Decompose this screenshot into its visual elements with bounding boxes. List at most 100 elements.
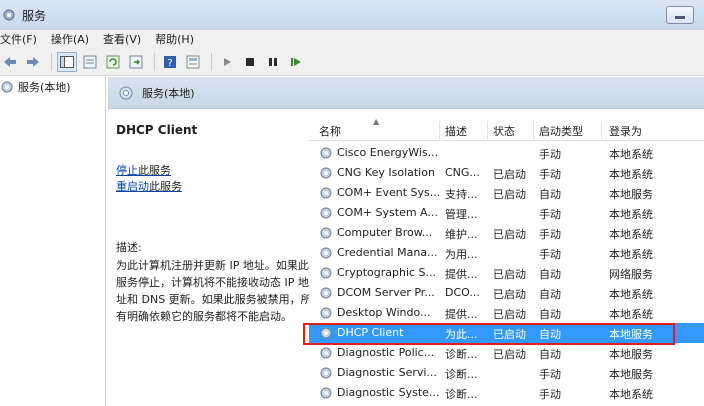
table-row[interactable]: COM+ System A... 管理... 手动 本地系统 — [309, 203, 704, 223]
table-row[interactable]: Credential Mana... 为用... 手动 本地系统 — [309, 243, 704, 263]
restart-service-link-row: 重启动此服务 — [116, 179, 308, 195]
service-startup-type-cell: 自动 — [539, 268, 561, 281]
back-button[interactable] — [0, 52, 20, 72]
service-gear-icon — [320, 247, 332, 259]
service-description-cell: 管理... — [445, 208, 478, 221]
table-row[interactable]: Diagnostic Syste... 诊断... 手动 本地系统 — [309, 383, 704, 403]
minimize-button[interactable] — [666, 6, 694, 24]
description-label: 描述: — [116, 241, 142, 254]
service-status-cell: 已启动 — [493, 168, 526, 181]
column-divider[interactable] — [487, 121, 488, 139]
service-name-cell: Diagnostic Servi... — [337, 366, 437, 379]
menu-help[interactable]: 帮助(H) — [155, 31, 194, 47]
service-gear-icon — [320, 147, 332, 159]
column-header-name[interactable]: 名称 — [319, 123, 341, 139]
restart-service-link[interactable]: 重启动 — [116, 180, 149, 193]
service-name-cell: Desktop Windo... — [337, 306, 431, 319]
service-log-on-as-cell: 本地系统 — [609, 208, 653, 221]
minimize-icon — [675, 16, 685, 19]
start-service-button[interactable] — [217, 52, 237, 72]
table-row[interactable]: Diagnostic Polic... 诊断... 已启动 自动 本地服务 — [309, 343, 704, 363]
tree-item-services-local[interactable]: 服务(本地) — [0, 77, 105, 97]
toolbar-separator — [154, 52, 155, 71]
service-startup-type-cell: 自动 — [539, 348, 561, 361]
column-divider[interactable] — [533, 121, 534, 139]
service-gear-icon — [320, 327, 332, 339]
service-rows: Cisco EnergyWis... 手动 本地系统 CNG Key Isolatio… — [309, 143, 704, 403]
stop-service-link-row: 停止此服务 — [116, 163, 308, 179]
service-name-cell: Cisco EnergyWis... — [337, 146, 439, 159]
service-name-cell: COM+ System A... — [337, 206, 438, 219]
menu-bar: 文件(F) 操作(A) 查看(V) 帮助(H) — [0, 30, 704, 48]
service-description-cell: 提供... — [445, 268, 478, 281]
window-title: 服务 — [22, 8, 47, 23]
column-header-description[interactable]: 描述 — [445, 123, 467, 139]
services-gear-icon — [1, 81, 13, 93]
table-row[interactable]: Diagnostic Servi... 诊断... 手动 本地服务 — [309, 363, 704, 383]
properties-button[interactable] — [183, 52, 203, 72]
table-row[interactable]: DCOM Server Pr... DCO... 已启动 自动 本地系统 — [309, 283, 704, 303]
table-row[interactable]: Desktop Windo... 提供... 已启动 自动 本地系统 — [309, 303, 704, 323]
service-startup-type-cell: 自动 — [539, 308, 561, 321]
service-name-cell: COM+ Event Sys... — [337, 186, 439, 199]
export-button[interactable] — [126, 52, 146, 72]
column-header-status[interactable]: 状态 — [493, 123, 515, 139]
service-name-cell: CNG Key Isolation — [337, 166, 435, 179]
pause-icon — [269, 57, 277, 66]
service-log-on-as-cell: 本地系统 — [609, 248, 653, 261]
stop-service-link[interactable]: 停止 — [116, 164, 138, 177]
service-description-cell: 诊断... — [445, 388, 478, 401]
show-console-tree-button[interactable] — [57, 51, 77, 72]
service-gear-icon — [320, 287, 332, 299]
refresh-button[interactable] — [103, 52, 123, 72]
back-arrow-icon — [4, 56, 16, 67]
menu-view[interactable]: 查看(V) — [103, 31, 141, 47]
menu-file[interactable]: 文件(F) — [0, 31, 37, 47]
table-row[interactable]: CNG Key Isolation CNG... 已启动 手动 本地系统 — [309, 163, 704, 183]
service-status-cell: 已启动 — [493, 308, 526, 321]
pane-header: 服务(本地) — [108, 77, 704, 109]
service-startup-type-cell: 手动 — [539, 368, 561, 381]
table-row[interactable]: Cryptographic S... 提供... 已启动 自动 网络服务 — [309, 263, 704, 283]
service-gear-icon — [320, 387, 332, 399]
column-header-startup-type[interactable]: 启动类型 — [539, 123, 583, 139]
services-gear-icon — [119, 86, 133, 99]
title-bar: 服务 — [0, 0, 704, 30]
service-description-cell: 支持... — [445, 188, 478, 201]
service-startup-type-cell: 自动 — [539, 328, 561, 341]
table-row[interactable]: Computer Brow... 维护... 已启动 手动 本地系统 — [309, 223, 704, 243]
column-divider[interactable] — [601, 121, 602, 139]
table-row[interactable]: DHCP Client 为此... 已启动 自动 本地服务 — [309, 323, 704, 343]
forward-button[interactable] — [23, 52, 43, 72]
pane-header-title: 服务(本地) — [142, 86, 195, 100]
service-startup-type-cell: 自动 — [539, 188, 561, 201]
service-description-cell: 为用... — [445, 248, 478, 261]
service-startup-type-cell: 手动 — [539, 148, 561, 161]
stop-service-button[interactable] — [240, 52, 260, 72]
service-description-cell: 诊断... — [445, 368, 478, 381]
pause-service-button[interactable] — [263, 52, 283, 72]
help-button[interactable]: ? — [160, 52, 180, 72]
toolbar-separator — [51, 52, 52, 71]
service-details: DHCP Client 停止此服务 重启动此服务 描述: 为此计算机注册并更新 … — [108, 109, 312, 406]
menu-action[interactable]: 操作(A) — [51, 31, 89, 47]
table-row[interactable]: Cisco EnergyWis... 手动 本地系统 — [309, 143, 704, 163]
service-list: ▲ 名称 描述 状态 启动类型 登录为 Cisco EnergyWis... 手动… — [309, 109, 704, 406]
service-log-on-as-cell: 本地系统 — [609, 288, 653, 301]
refresh-icon — [106, 55, 120, 68]
restart-service-suffix: 此服务 — [149, 180, 182, 193]
column-divider[interactable] — [439, 121, 440, 139]
export-list-button[interactable] — [80, 52, 100, 72]
column-header-log-on-as[interactable]: 登录为 — [609, 123, 642, 139]
service-name-cell: DHCP Client — [337, 326, 404, 339]
service-gear-icon — [320, 347, 332, 359]
svg-text:?: ? — [167, 58, 172, 69]
services-gear-icon — [3, 9, 15, 21]
console-tree: 服务(本地) — [0, 77, 106, 406]
service-gear-icon — [320, 167, 332, 179]
service-description-cell: CNG... — [445, 166, 480, 179]
service-gear-icon — [320, 367, 332, 379]
table-row[interactable]: COM+ Event Sys... 支持... 已启动 自动 本地服务 — [309, 183, 704, 203]
services-pane: 服务(本地) DHCP Client 停止此服务 重启动此服务 描述: 为此计算… — [108, 77, 704, 406]
restart-service-button[interactable] — [286, 52, 306, 72]
